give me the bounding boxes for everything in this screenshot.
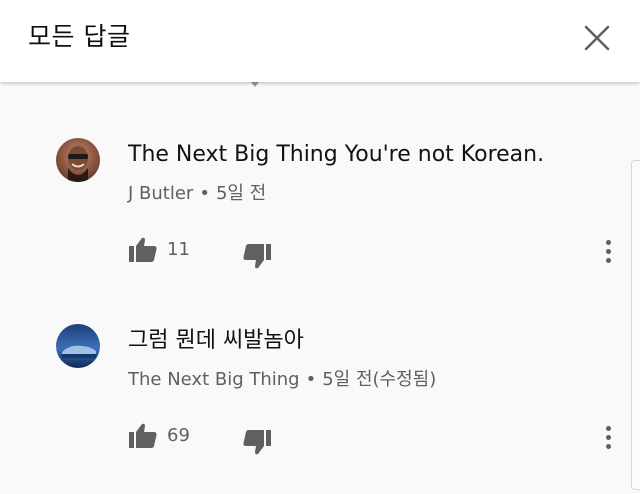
more-options-button[interactable]: [598, 420, 618, 454]
thumbs-up-icon: [129, 423, 157, 448]
like-count: 69: [167, 425, 190, 446]
comment-meta: J Butler • 5일 전: [128, 182, 266, 206]
like-count: 11: [167, 239, 190, 260]
user-avatar-icon: [56, 324, 100, 368]
thumbs-down-icon: [243, 430, 271, 455]
comment-item: The Next Big Thing You're not Korean. J …: [0, 122, 630, 308]
reply-list[interactable]: The Next Big Thing You're not Korean. J …: [0, 82, 640, 478]
more-vert-icon: [605, 239, 611, 245]
thumbs-down-icon: [243, 244, 271, 269]
comment-time: 5일 전: [215, 183, 267, 204]
dislike-button[interactable]: [242, 426, 272, 456]
like-button[interactable]: [128, 236, 158, 264]
thumbs-up-icon: [129, 237, 157, 262]
meta-separator: •: [199, 183, 210, 204]
avatar[interactable]: [56, 138, 100, 182]
dislike-button[interactable]: [242, 240, 272, 270]
meta-separator: •: [305, 369, 317, 390]
like-button[interactable]: [128, 422, 158, 450]
close-button[interactable]: [578, 19, 616, 57]
comment-author[interactable]: The Next Big Thing: [128, 369, 300, 390]
avatar[interactable]: [56, 324, 100, 368]
comment-time: 5일 전(수정됨): [322, 369, 437, 390]
page-title: 모든 답글: [28, 22, 131, 51]
more-options-button[interactable]: [598, 234, 618, 268]
replies-header: 모든 답글: [0, 0, 640, 82]
user-avatar-icon: [56, 138, 100, 182]
comment-item: 그럼 뭔데 씨발놈아 The Next Big Thing • 5일 전(수정됨) …: [0, 308, 630, 494]
close-icon: [584, 25, 610, 51]
comment-meta: The Next Big Thing • 5일 전(수정됨): [128, 368, 436, 392]
comment-author[interactable]: J Butler: [128, 183, 193, 204]
comment-text: 그럼 뭔데 씨발놈아: [128, 328, 304, 353]
more-vert-icon: [605, 425, 611, 431]
comment-text: The Next Big Thing You're not Korean.: [128, 142, 545, 167]
